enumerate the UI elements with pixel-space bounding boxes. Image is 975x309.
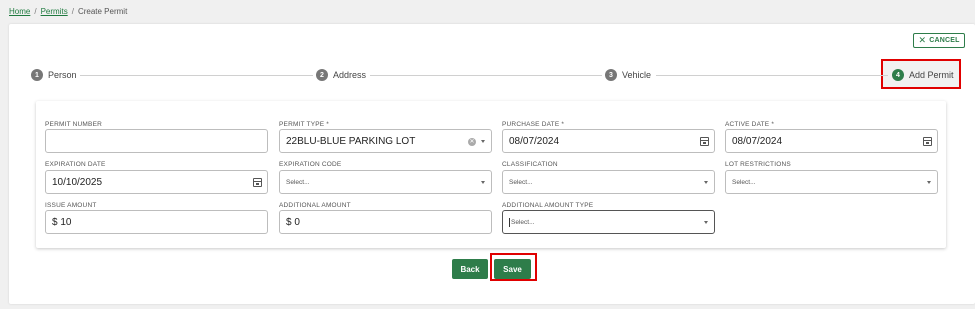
step-label: Person [48, 70, 77, 80]
step-connector [656, 75, 888, 76]
classification-label: CLASSIFICATION [502, 161, 558, 168]
step-label: Address [333, 70, 367, 80]
close-icon: ✕ [918, 35, 927, 45]
lot-restrictions-value: Select... [732, 178, 756, 186]
chevron-down-icon [927, 181, 931, 184]
chevron-down-icon [704, 221, 708, 224]
step-number-badge: 3 [605, 69, 617, 81]
purchase-date-label: PURCHASE DATE * [502, 121, 565, 128]
issue-amount-label: ISSUE AMOUNT [45, 202, 97, 209]
issue-amount-input[interactable]: $ 10 [45, 210, 268, 234]
permit-type-select[interactable]: 22BLU-BLUE PARKING LOT ✕ [279, 129, 492, 153]
permit-number-label: PERMIT NUMBER [45, 121, 103, 128]
classification-select[interactable]: Select... [502, 170, 715, 194]
active-date-label: ACTIVE DATE * [725, 121, 775, 128]
step-label: Vehicle [622, 70, 652, 80]
expiration-date-input[interactable]: 10/10/2025 [45, 170, 268, 194]
permit-type-label: PERMIT TYPE * [279, 121, 330, 128]
purchase-date-input[interactable]: 08/07/2024 [502, 129, 715, 153]
step-connector [370, 75, 602, 76]
classification-value: Select... [509, 178, 533, 186]
breadcrumb-separator: / [71, 7, 74, 16]
active-date-input[interactable]: 08/07/2024 [725, 129, 938, 153]
additional-amount-type-label: ADDITIONAL AMOUNT TYPE [502, 202, 594, 209]
breadcrumb: Home / Permits / Create Permit [9, 7, 127, 16]
additional-amount-type-value: Select... [511, 218, 535, 226]
chevron-down-icon [481, 140, 485, 143]
additional-amount-label: ADDITIONAL AMOUNT [279, 202, 351, 209]
expiration-date-value: 10/10/2025 [52, 176, 103, 188]
expiration-code-value: Select... [286, 178, 310, 186]
breadcrumb-separator: / [34, 7, 37, 16]
step-address[interactable]: 2 Address [316, 69, 366, 81]
chevron-down-icon [704, 181, 708, 184]
step-number-badge: 4 [892, 69, 904, 81]
step-number-badge: 1 [31, 69, 43, 81]
permit-type-value: 22BLU-BLUE PARKING LOT [286, 135, 416, 147]
calendar-icon[interactable] [253, 178, 262, 187]
chevron-down-icon [481, 181, 485, 184]
save-button[interactable]: Save [494, 259, 531, 279]
cancel-button-label: CANCEL [929, 37, 960, 44]
step-vehicle[interactable]: 3 Vehicle [605, 69, 651, 81]
lot-restrictions-label: LOT RESTRICTIONS [725, 161, 791, 168]
expiration-code-label: EXPIRATION CODE [279, 161, 342, 168]
expiration-date-label: EXPIRATION DATE [45, 161, 106, 168]
cancel-button[interactable]: ✕ CANCEL [913, 33, 965, 48]
breadcrumb-current: Create Permit [77, 7, 128, 16]
lot-restrictions-select[interactable]: Select... [725, 170, 938, 194]
purchase-date-value: 08/07/2024 [509, 135, 560, 147]
step-number-badge: 2 [316, 69, 328, 81]
calendar-icon[interactable] [923, 137, 932, 146]
additional-amount-type-select[interactable]: Select... [502, 210, 715, 234]
active-date-value: 08/07/2024 [732, 135, 783, 147]
breadcrumb-home-link[interactable]: Home [9, 7, 30, 16]
calendar-icon[interactable] [700, 137, 709, 146]
step-label: Add Permit [909, 70, 954, 80]
expiration-code-select[interactable]: Select... [279, 170, 492, 194]
step-add-permit[interactable]: 4 Add Permit [892, 69, 954, 81]
back-button[interactable]: Back [452, 259, 488, 279]
step-person[interactable]: 1 Person [31, 69, 77, 81]
additional-amount-input[interactable]: $ 0 [279, 210, 492, 234]
text-cursor [509, 217, 510, 227]
permit-number-input[interactable] [45, 129, 268, 153]
step-connector [80, 75, 313, 76]
clear-icon[interactable]: ✕ [468, 138, 476, 146]
breadcrumb-permits-link[interactable]: Permits [41, 7, 68, 16]
